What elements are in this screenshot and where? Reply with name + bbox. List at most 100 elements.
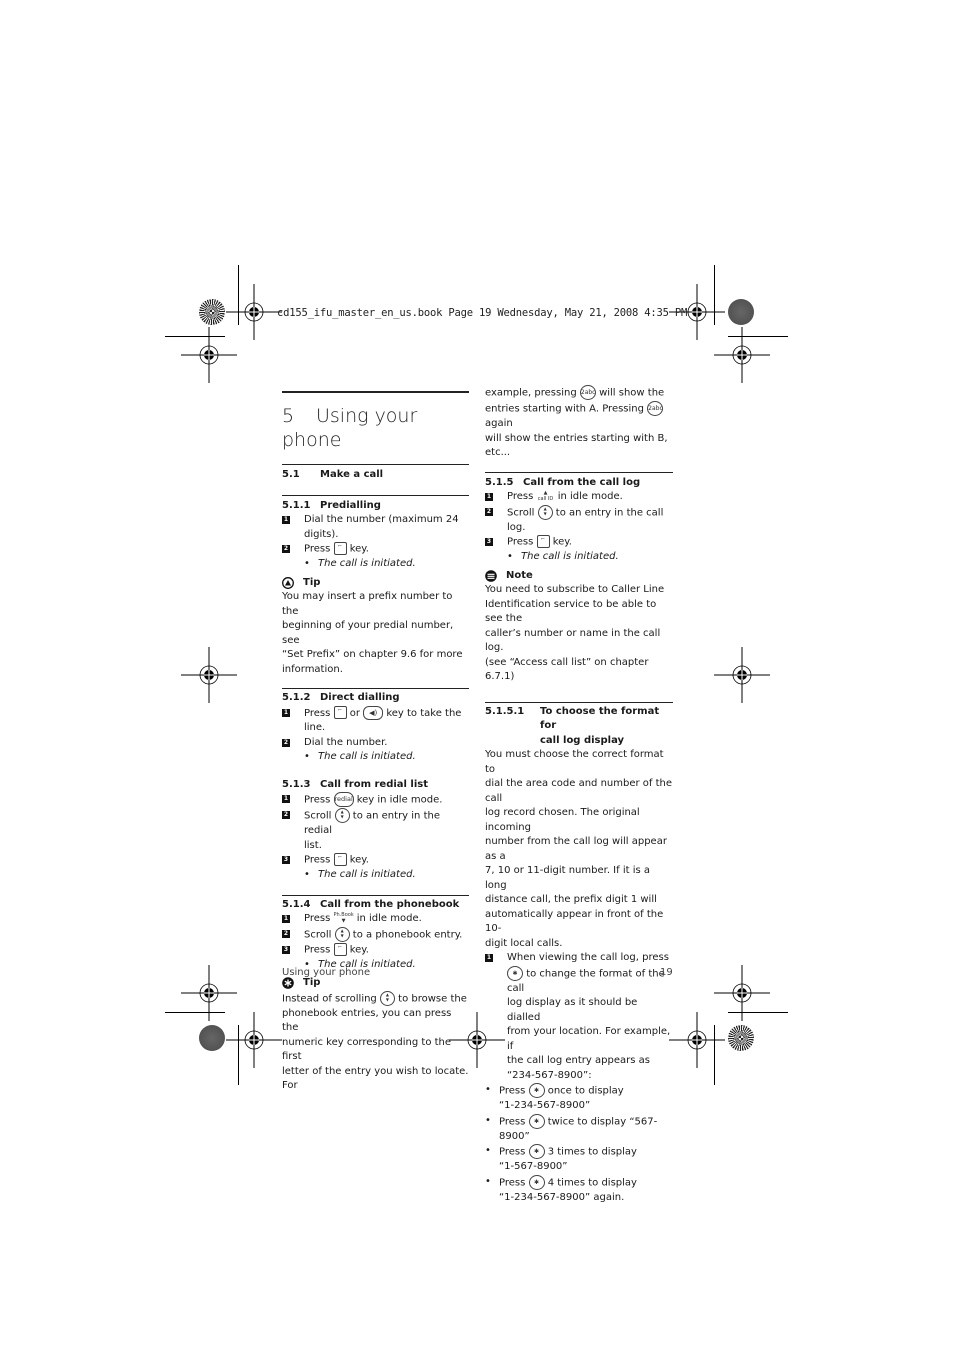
step-text: Scroll bbox=[304, 929, 332, 940]
registration-crosshairs bbox=[180, 283, 771, 1069]
step-text: the call log entry appears as bbox=[507, 1055, 650, 1066]
step: 2 Scroll ▲ ▼ to a phonebook entry. bbox=[282, 926, 469, 943]
text-part: example, pressing bbox=[485, 387, 577, 399]
tip-icon bbox=[282, 576, 294, 589]
step-number: 2 bbox=[282, 811, 290, 819]
right-column: example, pressing 2abc will show the ent… bbox=[485, 385, 673, 1205]
result-text: The call is initiated. bbox=[521, 551, 619, 562]
body-text: 7, 10 or 11-digit number. If it is a lon… bbox=[485, 865, 651, 891]
page-number: 19 bbox=[660, 967, 673, 978]
step-text: list. bbox=[304, 839, 322, 851]
step-number: 1 bbox=[485, 954, 493, 962]
section-title: Call from the phonebook bbox=[320, 898, 460, 910]
section-title: Direct dialling bbox=[320, 692, 400, 703]
result-bullet: • The call is initiated. bbox=[282, 557, 469, 572]
bullet-text: Press bbox=[499, 1177, 526, 1188]
result-bullet: • The call is initiated. bbox=[282, 750, 469, 765]
divider bbox=[282, 464, 469, 465]
talk-key-icon: ⌐ bbox=[333, 942, 347, 956]
tip-text: numeric key corresponding to the first bbox=[282, 1036, 452, 1063]
divider bbox=[485, 701, 673, 703]
key-2-icon: 2abc bbox=[579, 385, 596, 400]
step-text: Press bbox=[304, 707, 331, 719]
section-heading: 5.1.5.1 To choose the format for call log… bbox=[485, 705, 673, 749]
note-icon bbox=[485, 569, 497, 582]
format-bullet: • Press ✱ 3 times to display “1-567-8900” bbox=[485, 1144, 637, 1172]
step-text: in idle mode. bbox=[356, 913, 422, 924]
section-number: 5.1.4 bbox=[282, 898, 311, 910]
step: 2 Scroll ▲ ▼ to an entry in the call log. bbox=[485, 504, 673, 536]
section-title-line: call log display bbox=[540, 734, 625, 746]
step: 3 Press ⌐ key. bbox=[282, 942, 469, 958]
speaker-key-icon: ◀) bbox=[363, 705, 384, 720]
star-format-key-icon: ✱ bbox=[528, 1113, 545, 1129]
step-number: 1 bbox=[282, 516, 290, 524]
step: 1 When viewing the call log, press ✱ to … bbox=[485, 951, 673, 1083]
talk-key-icon: ⌐ bbox=[536, 535, 550, 548]
body-text: digit local calls. bbox=[485, 937, 563, 949]
body-text: You must choose the correct format to bbox=[485, 749, 664, 775]
section-heading: 5.1.4 Call from the phonebook bbox=[282, 898, 469, 913]
star-format-key-icon: ✱ bbox=[528, 1083, 545, 1098]
format-bullet: • Press ✱ twice to display “567-8900” bbox=[485, 1113, 658, 1142]
step-text: key to take the bbox=[386, 707, 462, 719]
key-2-icon: 2abc bbox=[647, 401, 664, 416]
tip-heading: Tip bbox=[282, 576, 469, 591]
footer-section: Using your phone bbox=[282, 967, 371, 978]
section-title: Make a call bbox=[320, 469, 384, 480]
divider bbox=[485, 471, 673, 473]
step-text: key. bbox=[349, 854, 369, 866]
step: 2 Scroll ▲ ▼ to an entry in the redial list… bbox=[282, 808, 469, 853]
crosshair-mark bbox=[180, 326, 238, 384]
tip-text: letter of the entry you wish to locate. … bbox=[282, 1065, 469, 1092]
result-bullet: • The call is initiated. bbox=[485, 550, 673, 565]
format-bullet: • Press ✱ 4 times to display “1-234-567-89… bbox=[485, 1174, 637, 1203]
divider bbox=[282, 494, 469, 496]
step-text: log display as it should be dialled bbox=[507, 997, 638, 1023]
section-number: 5.1.5 bbox=[485, 476, 514, 488]
step-text: Press bbox=[304, 854, 331, 866]
tip-text: You may insert a prefix number to the bbox=[282, 591, 453, 617]
step-number: 1 bbox=[282, 915, 290, 923]
tip-icon bbox=[282, 977, 294, 990]
redial-key-icon: redial bbox=[333, 792, 354, 807]
section-number: 5.1.1 bbox=[282, 499, 311, 511]
note-heading: Note bbox=[485, 569, 673, 584]
bullet-text: “1-234-567-8900” bbox=[499, 1100, 591, 1111]
tip-text: information. bbox=[282, 663, 343, 675]
step-text: key. bbox=[349, 543, 369, 555]
body-text: example, pressing 2abc will show the bbox=[485, 385, 673, 401]
section-heading: 5.1 Make a call bbox=[282, 468, 469, 483]
section-heading: 5.1.3 Call from redial list bbox=[282, 778, 469, 793]
step-text: Press bbox=[304, 913, 331, 924]
body-text: log record chosen. The original incoming bbox=[485, 807, 640, 833]
step: 2 Dial the number. bbox=[282, 736, 469, 751]
divider bbox=[282, 688, 469, 689]
section-title-line: To choose the format for bbox=[540, 705, 660, 732]
chapter-title: 5 Using your phone bbox=[282, 404, 469, 452]
section-title: Predialling bbox=[320, 499, 381, 511]
section-title: Call from the call log bbox=[523, 476, 641, 488]
chapter-rule bbox=[282, 391, 469, 393]
tip-text-part: Instead of scrolling bbox=[282, 993, 377, 1004]
step-text: Press bbox=[507, 491, 534, 502]
section-heading: 5.1.5 Call from the call log bbox=[485, 476, 673, 491]
tip-text: beginning of your predial number, see bbox=[282, 620, 454, 646]
step-text: Dial the number. bbox=[304, 736, 388, 748]
text-part: again bbox=[485, 418, 513, 429]
phonebook-key-icon: Ph.Book ▼ bbox=[333, 912, 354, 924]
section-heading: 5.1.1 Predialling bbox=[282, 499, 469, 514]
section-title: Call from redial list bbox=[320, 778, 429, 790]
crosshair-mark bbox=[180, 964, 238, 1022]
print-header: cd155_ifu_master_en_us.book Page 19 Wedn… bbox=[277, 307, 688, 319]
step: 3 Press ⌐ key. bbox=[282, 853, 469, 868]
tip-text: “Set Prefix” on chapter 9.6 for more bbox=[282, 649, 463, 660]
step-text: or bbox=[349, 707, 360, 719]
text-part: will show the bbox=[599, 387, 665, 399]
section-title: To choose the format for call log display bbox=[540, 705, 673, 749]
crosshair-mark bbox=[713, 646, 771, 704]
step-text: Press bbox=[304, 543, 331, 555]
step: 1 Press ⌐ or ◀) key to take the line. bbox=[282, 705, 469, 736]
step-text: Press bbox=[507, 536, 534, 548]
step-text: to change the format of the call bbox=[507, 968, 665, 994]
